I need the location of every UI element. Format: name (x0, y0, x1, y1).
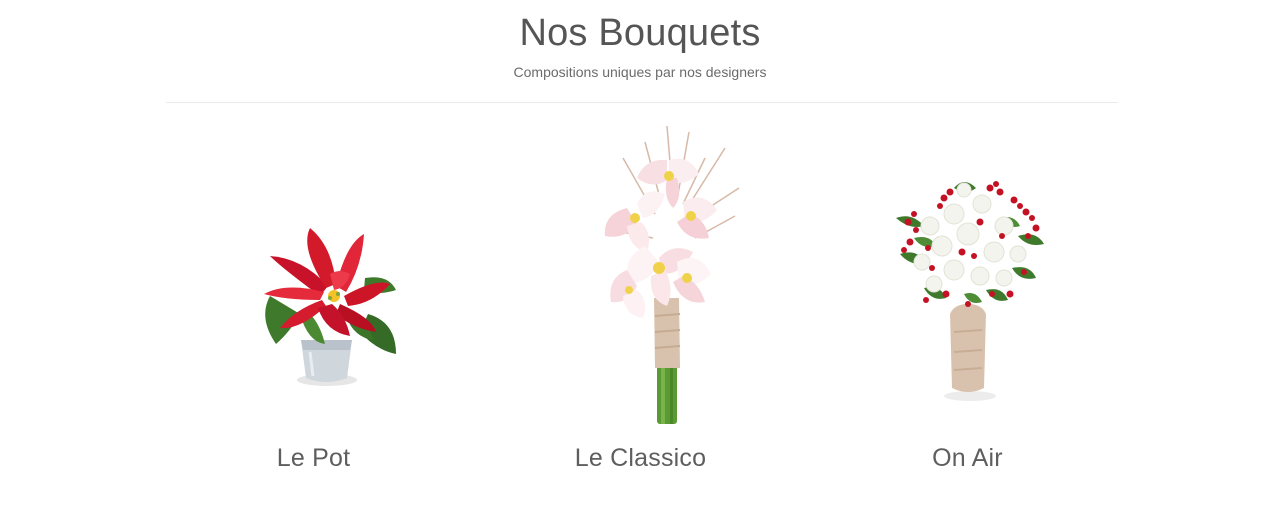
product-grid: Le Pot Le Classico On Air (150, 118, 1130, 498)
product-image-le-pot[interactable] (150, 118, 477, 428)
header-divider (166, 102, 1118, 103)
product-image-le-classico[interactable] (477, 118, 804, 428)
product-name-on-air[interactable]: On Air (932, 443, 1003, 473)
section-title: Nos Bouquets (519, 12, 761, 54)
product-name-le-pot[interactable]: Le Pot (277, 443, 350, 473)
section-header: Nos Bouquets Compositions uniques par no… (0, 0, 1280, 81)
product-card-on-air[interactable]: On Air (804, 118, 1131, 498)
section-subtitle: Compositions uniques par nos designers (513, 64, 767, 80)
product-name-le-classico[interactable]: Le Classico (575, 443, 706, 473)
poinsettia-pot-icon (264, 228, 396, 386)
product-image-on-air[interactable] (804, 118, 1131, 428)
bouquets-section: Nos Bouquets Compositions uniques par no… (0, 0, 1280, 531)
amaryllis-bouquet-icon (604, 125, 740, 424)
roses-berries-bouquet-icon (896, 181, 1044, 401)
product-card-le-pot[interactable]: Le Pot (150, 118, 477, 498)
product-card-le-classico[interactable]: Le Classico (477, 118, 804, 498)
